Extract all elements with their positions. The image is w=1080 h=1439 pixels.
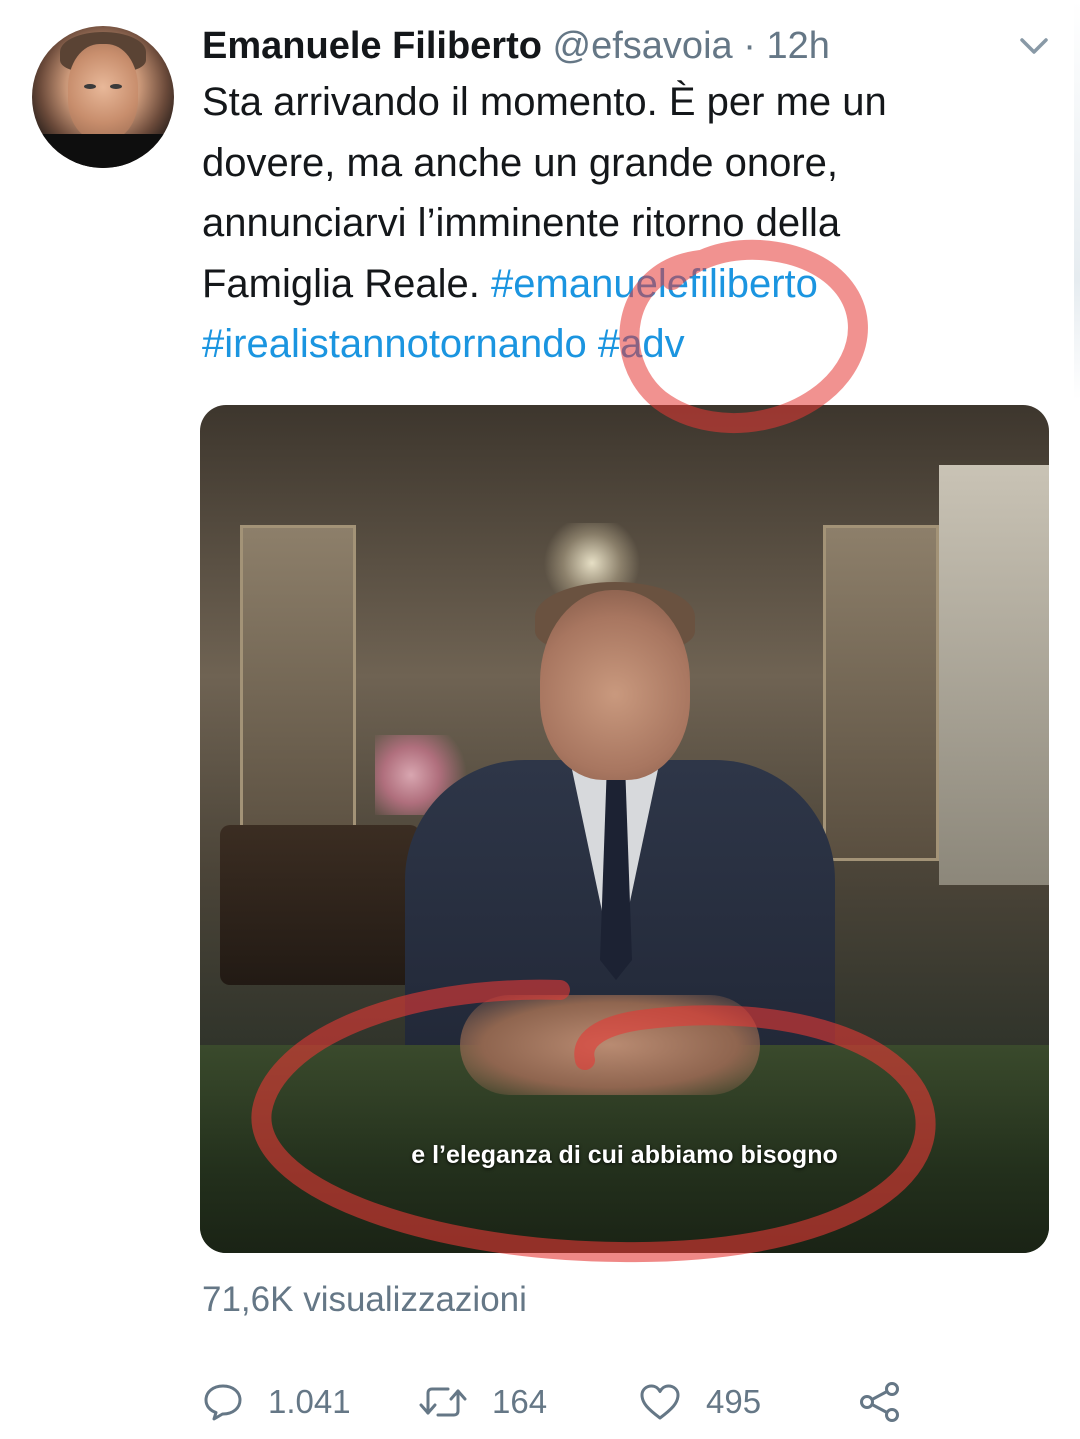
video-speaker-hands — [460, 995, 760, 1095]
video-subtitle: e l’eleganza di cui abbiamo bisogno — [411, 1141, 838, 1169]
hashtag-link[interactable]: #adv — [598, 322, 685, 366]
tweet-text-line: dovere, ma anche un grande onore, — [202, 140, 838, 185]
video-scene-panel — [240, 525, 356, 861]
retweet-icon — [418, 1381, 468, 1423]
retweet-count: 164 — [492, 1383, 548, 1420]
tweet-header: Emanuele Filiberto @efsavoia · 12h — [202, 18, 962, 74]
tweet-text-line: annunciarvi l’imminente ritorno della — [202, 201, 841, 245]
chevron-down-icon[interactable] — [1014, 30, 1054, 64]
like-count: 495 — [706, 1383, 762, 1420]
avatar[interactable] — [32, 26, 174, 168]
reply-button[interactable]: 1.041 — [202, 1372, 351, 1432]
video-scene-window — [939, 465, 1049, 885]
author-handle[interactable]: @efsavoia — [553, 25, 733, 67]
tweet-text-segment: Famiglia Reale. — [202, 261, 492, 306]
hashtag-link[interactable]: #emanuelefiliberto — [491, 262, 818, 306]
share-button[interactable] — [858, 1372, 902, 1432]
retweet-button[interactable]: 164 — [418, 1372, 547, 1432]
hashtag-link[interactable]: #irealistannotornando — [202, 322, 587, 366]
tweet-actions: 1.041 164 495 — [202, 1372, 922, 1432]
reply-count: 1.041 — [268, 1383, 351, 1420]
view-count: 71,6K visualizzazioni — [202, 1280, 527, 1319]
header-separator: · — [743, 25, 756, 67]
reply-icon — [202, 1381, 244, 1423]
video-player[interactable]: e l’eleganza di cui abbiamo bisogno — [200, 405, 1049, 1253]
share-icon — [858, 1380, 902, 1424]
scrollbar-edge — [1074, 0, 1080, 400]
tweet-text-line: #irealistannotornando #adv — [202, 314, 1022, 375]
tweet-text-line: Sta arrivando il momento. È per me un — [202, 80, 887, 124]
tweet-text: Sta arrivando il momento. È per me un do… — [202, 72, 1022, 375]
tweet-timestamp[interactable]: 12h — [766, 25, 829, 67]
like-button[interactable]: 495 — [638, 1372, 761, 1432]
author-name[interactable]: Emanuele Filiberto — [202, 25, 542, 67]
heart-icon — [638, 1381, 682, 1423]
tweet-text-line: Famiglia Reale. #emanuelefiliberto — [202, 254, 1022, 315]
